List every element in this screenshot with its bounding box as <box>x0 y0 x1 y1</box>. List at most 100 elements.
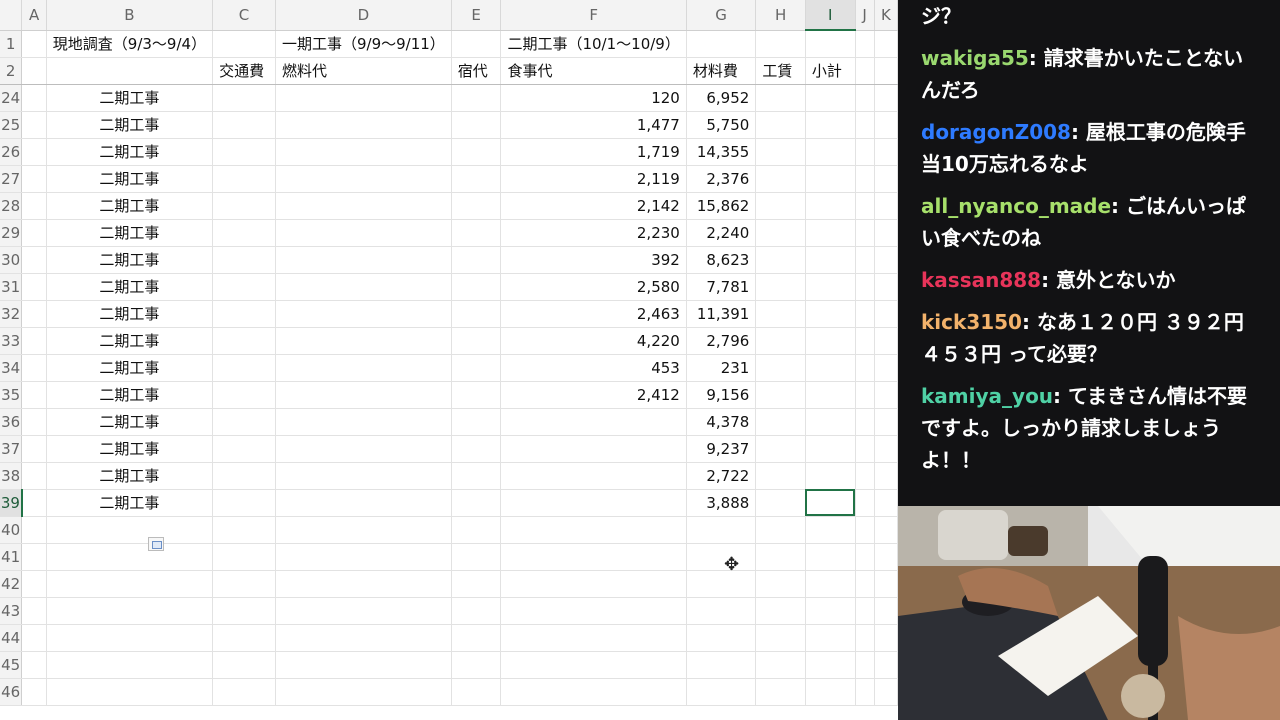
cell[interactable] <box>212 300 276 328</box>
cell[interactable] <box>46 543 214 571</box>
cell[interactable] <box>874 570 898 598</box>
category-cell[interactable]: 二期工事 <box>46 435 214 463</box>
row-header[interactable]: 35 <box>0 381 23 409</box>
chat-username[interactable]: kamiya_you <box>921 384 1053 408</box>
cell[interactable] <box>451 651 502 679</box>
column-header-c[interactable]: C <box>212 0 276 31</box>
cell[interactable] <box>212 111 276 139</box>
cell[interactable] <box>275 651 452 679</box>
cell[interactable] <box>212 273 276 301</box>
chat-username[interactable]: kick3150 <box>921 310 1022 334</box>
cell[interactable] <box>451 624 502 652</box>
cell[interactable] <box>855 543 875 571</box>
cell[interactable] <box>805 570 856 598</box>
cell[interactable] <box>805 462 856 490</box>
cell[interactable] <box>275 408 452 436</box>
cell[interactable] <box>755 354 806 382</box>
cell[interactable] <box>686 516 757 544</box>
cell[interactable] <box>874 543 898 571</box>
cell[interactable] <box>451 219 502 247</box>
cell[interactable] <box>21 273 47 301</box>
row-header[interactable]: 33 <box>0 327 23 355</box>
row-header[interactable]: 46 <box>0 678 23 706</box>
cell[interactable] <box>21 570 47 598</box>
material-cost-cell[interactable]: 2,240 <box>686 219 757 247</box>
cell[interactable] <box>686 30 757 58</box>
column-header-h[interactable]: H <box>755 0 806 31</box>
cell[interactable] <box>755 570 806 598</box>
row-header[interactable]: 44 <box>0 624 23 652</box>
cell[interactable] <box>21 597 47 625</box>
cell[interactable] <box>686 678 757 706</box>
cell[interactable] <box>855 381 875 409</box>
cell[interactable] <box>21 246 47 274</box>
cell[interactable] <box>451 273 502 301</box>
column-header-b[interactable]: B <box>46 0 214 31</box>
cell[interactable] <box>805 165 856 193</box>
cell[interactable] <box>275 462 452 490</box>
cell[interactable] <box>21 489 47 517</box>
paste-options-icon[interactable] <box>148 537 164 551</box>
cell[interactable] <box>46 624 214 652</box>
cell[interactable] <box>755 138 806 166</box>
material-cost-cell[interactable]: 9,237 <box>686 435 757 463</box>
cell[interactable] <box>855 678 875 706</box>
cell[interactable] <box>451 678 502 706</box>
header-cell-d[interactable]: 一期工事（9/9〜9/11） <box>275 30 452 58</box>
cell[interactable] <box>755 246 806 274</box>
material-cost-cell[interactable]: 2,722 <box>686 462 757 490</box>
cell[interactable] <box>451 246 502 274</box>
row-header[interactable]: 32 <box>0 300 23 328</box>
cell[interactable] <box>874 597 898 625</box>
cell[interactable] <box>212 516 276 544</box>
meal-cost-cell[interactable]: 453 <box>500 354 687 382</box>
cell[interactable] <box>275 84 452 112</box>
row-header[interactable]: 24 <box>0 84 23 112</box>
chat-username[interactable]: wakiga55 <box>921 46 1029 70</box>
cell[interactable] <box>451 408 502 436</box>
cell[interactable] <box>451 435 502 463</box>
cell[interactable] <box>755 408 806 436</box>
cell[interactable] <box>212 408 276 436</box>
header-cell-f[interactable]: 食事代 <box>500 57 687 85</box>
material-cost-cell[interactable]: 6,952 <box>686 84 757 112</box>
cell[interactable] <box>500 570 687 598</box>
cell[interactable] <box>805 516 856 544</box>
chat-username[interactable]: doragonZ008 <box>921 120 1071 144</box>
row-header[interactable]: 30 <box>0 246 23 274</box>
row-header[interactable]: 1 <box>0 30 23 58</box>
cell[interactable] <box>275 489 452 517</box>
row-header[interactable]: 40 <box>0 516 23 544</box>
row-header[interactable]: 45 <box>0 651 23 679</box>
select-all-corner[interactable] <box>0 0 23 31</box>
material-cost-cell[interactable]: 7,781 <box>686 273 757 301</box>
cell[interactable] <box>755 273 806 301</box>
header-cell-e[interactable]: 宿代 <box>451 57 502 85</box>
cell[interactable] <box>874 57 898 85</box>
category-cell[interactable]: 二期工事 <box>46 354 214 382</box>
cell[interactable] <box>855 273 875 301</box>
cell[interactable] <box>855 651 875 679</box>
cell[interactable] <box>21 192 47 220</box>
cell[interactable] <box>805 435 856 463</box>
cell[interactable] <box>874 462 898 490</box>
column-header-d[interactable]: D <box>275 0 452 31</box>
cell[interactable] <box>874 219 898 247</box>
cell[interactable] <box>275 246 452 274</box>
cell[interactable] <box>21 678 47 706</box>
header-cell-f[interactable]: 二期工事（10/1〜10/9） <box>500 30 687 58</box>
material-cost-cell[interactable]: 2,376 <box>686 165 757 193</box>
cell[interactable] <box>874 651 898 679</box>
cell[interactable] <box>755 678 806 706</box>
column-header-k[interactable]: K <box>874 0 898 31</box>
column-header-j[interactable]: J <box>855 0 875 31</box>
cell[interactable] <box>451 543 502 571</box>
row-header[interactable]: 42 <box>0 570 23 598</box>
cell[interactable] <box>855 516 875 544</box>
cell[interactable] <box>855 489 875 517</box>
cell[interactable] <box>874 138 898 166</box>
cell[interactable] <box>21 435 47 463</box>
meal-cost-cell[interactable]: 2,412 <box>500 381 687 409</box>
cell[interactable] <box>855 354 875 382</box>
cell[interactable] <box>500 624 687 652</box>
